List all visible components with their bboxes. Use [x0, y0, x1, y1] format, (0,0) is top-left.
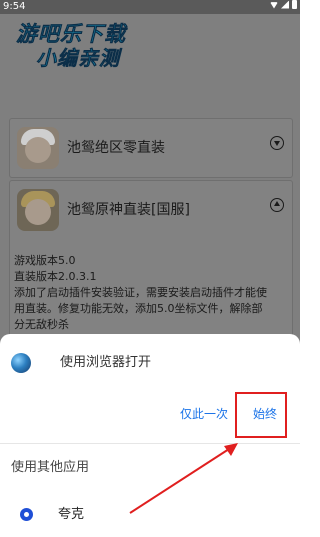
status-icons: [270, 0, 297, 9]
app-card-genshin[interactable]: 池鸳原神直装[国服] 游戏版本5.0 直装版本2.0.3.1 添加了启动插件安装…: [9, 180, 293, 342]
status-time: 9:54: [3, 1, 26, 12]
app-option-quark[interactable]: 夸克: [58, 505, 84, 525]
detail-line: 添加了启动插件安装验证，需要安装启动插件才能使: [14, 286, 267, 299]
chevron-up-circle-icon[interactable]: [270, 198, 284, 212]
status-bar: 9:54: [0, 0, 300, 14]
battery-icon: [292, 0, 297, 9]
chevron-down-circle-icon[interactable]: [270, 136, 284, 150]
open-with-bottom-sheet: 使用浏览器打开 仅此一次 始终 使用其他应用 夸克: [0, 334, 300, 537]
wifi-icon: [270, 2, 278, 9]
app-icon: [17, 189, 59, 231]
always-button[interactable]: 始终: [253, 403, 277, 425]
detail-line: 直装版本2.0.3.1: [14, 270, 97, 283]
app-card-title: 池鸳绝区零直装: [67, 140, 165, 156]
divider: [0, 443, 300, 444]
signal-icon: [281, 0, 289, 9]
app-icon: [17, 127, 59, 169]
detail-line: 分无敌秒杀: [14, 318, 69, 331]
other-apps-label: 使用其他应用: [11, 460, 90, 475]
sheet-title: 使用浏览器打开: [60, 355, 152, 370]
app-card-details: 游戏版本5.0 直装版本2.0.3.1 添加了启动插件安装验证，需要安装启动插件…: [14, 253, 290, 333]
quark-icon[interactable]: [20, 508, 33, 521]
watermark-line2: 小编亲测: [36, 46, 120, 71]
phone-screen: 9:54 游吧乐下载 小编亲测 池鸳绝区零直装 池鸳原神直装[国服] 游戏版本5…: [0, 0, 300, 537]
app-card-zzz[interactable]: 池鸳绝区零直装: [9, 118, 293, 178]
browser-icon: [11, 353, 31, 373]
just-once-button[interactable]: 仅此一次: [180, 403, 228, 425]
watermark-logo: 游吧乐下载 小编亲测: [6, 18, 134, 74]
app-card-title: 池鸳原神直装[国服]: [67, 202, 190, 218]
detail-line: 游戏版本5.0: [14, 254, 76, 267]
detail-line: 用直装。修复功能无效，添加5.0坐标文件，解除部: [14, 302, 263, 315]
